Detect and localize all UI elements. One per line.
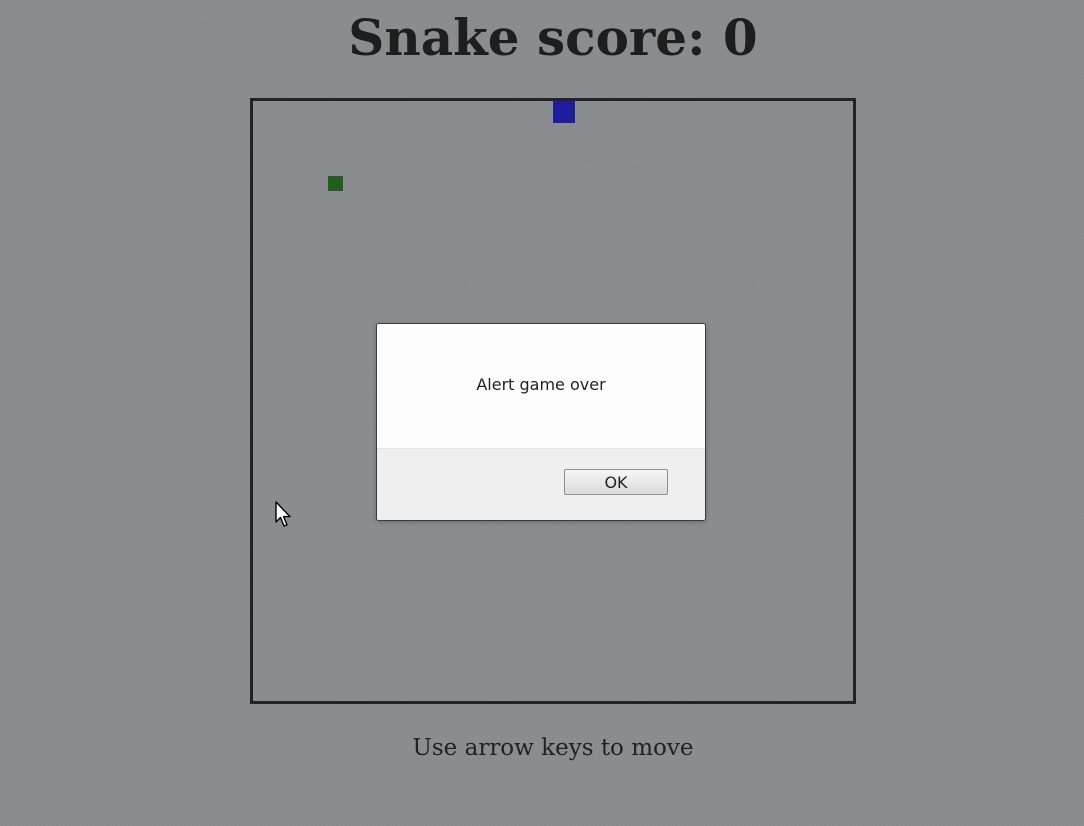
alert-dialog: Alert game over OK <box>376 323 706 521</box>
score-title: Snake score: 0 <box>348 8 758 67</box>
mouse-cursor-icon <box>275 501 291 527</box>
alert-dialog-footer: OK <box>377 449 705 520</box>
ok-button[interactable]: OK <box>564 469 668 495</box>
snake-head <box>553 101 575 123</box>
alert-dialog-body: Alert game over <box>377 324 705 449</box>
food-pellet <box>328 176 343 191</box>
instructions-text: Use arrow keys to move <box>412 735 694 761</box>
alert-message: Alert game over <box>476 375 606 394</box>
